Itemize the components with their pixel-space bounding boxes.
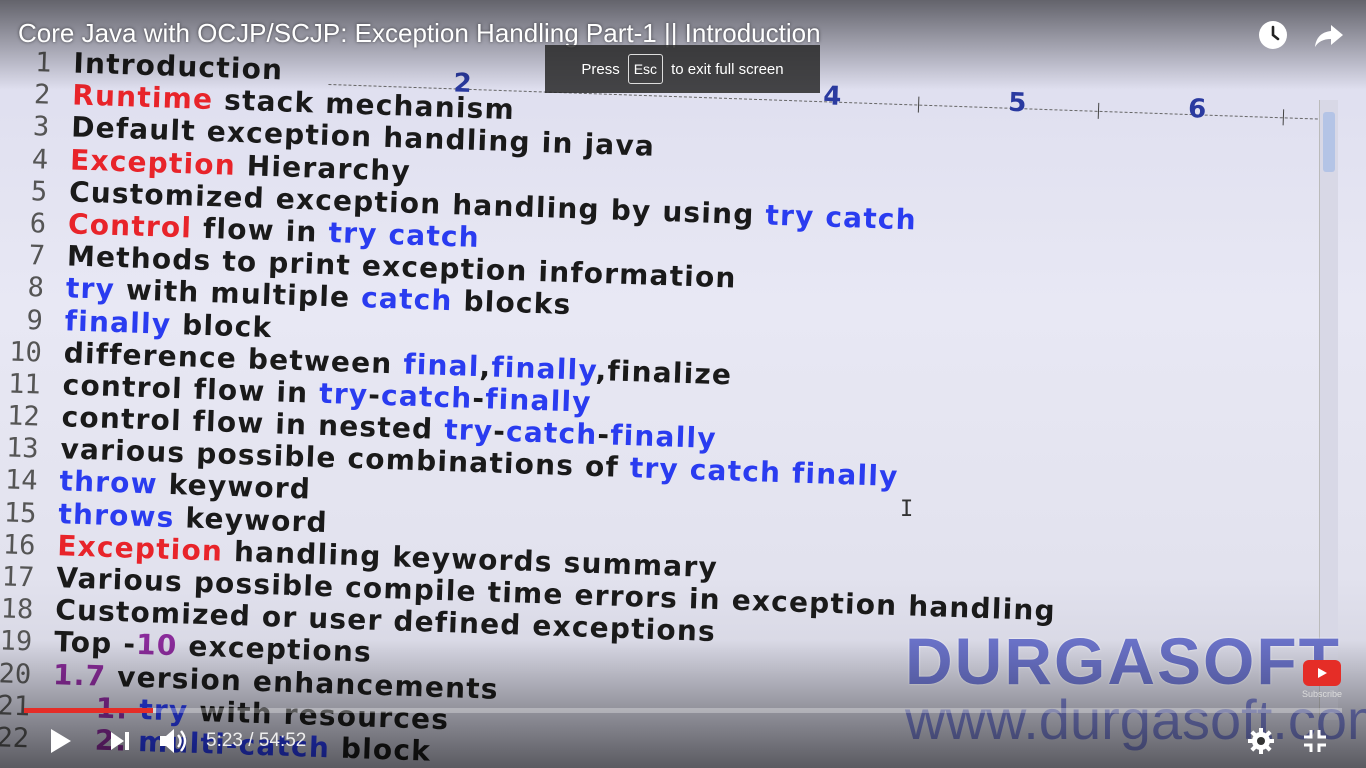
line-number: 2 (33, 79, 51, 111)
line-number: 12 (6, 400, 41, 433)
top-right-controls (1256, 18, 1346, 52)
line-number: 18 (0, 593, 34, 626)
code-token: throws (57, 496, 176, 534)
code-token: final (402, 347, 481, 383)
progress-played (24, 708, 154, 713)
line-number: 20 (0, 657, 32, 690)
gear-icon (1248, 728, 1274, 754)
code-token: Control (67, 207, 193, 245)
code-token: - (367, 378, 382, 412)
line-number: 17 (1, 561, 35, 594)
player-controls: 5:23 / 54:52 (0, 718, 1366, 764)
code-token: - (471, 381, 486, 416)
fullscreen-notice-text: to exit full screen (671, 60, 784, 78)
scrollbar-thumb (1323, 112, 1335, 172)
subscribe-label: Subscribe (1302, 689, 1343, 699)
fullscreen-notice-press: Press (581, 60, 620, 78)
code-token: catch (380, 378, 474, 415)
time-display: 5:23 / 54:52 (206, 730, 306, 752)
line-number: 5 (30, 175, 48, 208)
line-number: 6 (29, 208, 47, 240)
line-number: 8 (27, 272, 45, 304)
code-token: Top - (53, 625, 137, 662)
code-token: ,finalize (595, 353, 733, 392)
play-button[interactable] (40, 722, 80, 760)
code-token: finally (609, 418, 718, 456)
line-number: 7 (28, 240, 46, 272)
volume-button[interactable] (152, 722, 196, 760)
time-total: 54:52 (258, 730, 307, 751)
line-number: 13 (5, 432, 40, 465)
code-token: try (318, 376, 369, 412)
next-button[interactable] (100, 722, 140, 760)
time-separator: / (248, 730, 254, 751)
volume-icon (160, 729, 187, 753)
code-token: finally (490, 350, 597, 387)
fullscreen-notice: Press Esc to exit full screen (545, 45, 820, 93)
code-token: catch (360, 281, 454, 318)
line-number: 4 (31, 143, 49, 176)
code-token: block (170, 307, 273, 344)
line-number: 1 (34, 47, 52, 79)
code-token: finally (484, 382, 593, 419)
code-token: try (65, 271, 116, 307)
exit-fullscreen-icon (1304, 730, 1326, 752)
youtube-logo-icon (1303, 660, 1341, 686)
code-token: blocks (452, 284, 572, 322)
line-number: 19 (0, 625, 33, 658)
code-token: - (492, 414, 507, 449)
play-icon (51, 729, 71, 753)
code-token: finally (64, 303, 172, 341)
code-token: try catch (764, 198, 918, 237)
code-token: throw (58, 464, 159, 501)
settings-button[interactable] (1244, 722, 1278, 760)
line-number: 9 (26, 304, 44, 337)
exit-fullscreen-button[interactable] (1298, 722, 1332, 760)
line-number: 3 (32, 111, 50, 144)
text-cursor-icon: I (900, 497, 914, 522)
code-token: try (443, 413, 494, 448)
line-number: 10 (8, 336, 43, 369)
subscribe-watermark[interactable]: Subscribe (1302, 660, 1342, 699)
skip-next-icon (111, 732, 129, 750)
code-token: catch (505, 415, 599, 452)
line-number: 16 (2, 529, 36, 562)
share-icon[interactable] (1312, 18, 1346, 52)
video-frame[interactable]: 2 4 5 6 1 Introduction 2 Runtime stack mech… (0, 0, 1366, 768)
code-token: 10 (135, 628, 179, 663)
line-number: 11 (7, 368, 42, 401)
line-number: 14 (4, 464, 39, 497)
code-token: - (596, 418, 611, 452)
esc-key-badge: Esc (627, 54, 664, 84)
line-number: 15 (3, 497, 37, 530)
time-current: 5:23 (206, 730, 243, 751)
watch-later-icon[interactable] (1256, 18, 1290, 52)
watermark-brand: DURGASOFT (905, 624, 1341, 698)
code-token: 1.7 (52, 657, 107, 693)
progress-bar[interactable] (24, 708, 1342, 713)
